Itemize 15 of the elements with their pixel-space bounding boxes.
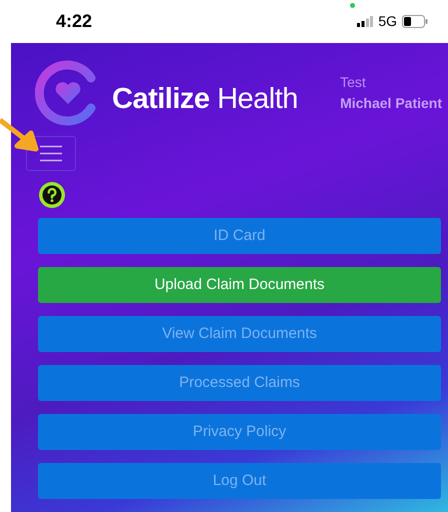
user-group: Test [340,72,442,93]
menu-item-button[interactable]: Log Out [38,463,441,499]
network-label: 5G [378,12,397,31]
menu-item-button[interactable]: ID Card [38,218,441,254]
menu-icon [40,145,62,162]
brand-name: Catilize Health [112,82,298,117]
help-icon[interactable] [38,181,66,209]
menu-item-button[interactable]: Processed Claims [38,365,441,401]
menu-item-button[interactable]: Privacy Policy [38,414,441,450]
status-time: 4:22 [56,10,92,33]
signal-icon [357,16,374,27]
user-name: Michael Patient [340,94,442,113]
menu-item-button[interactable]: View Claim Documents [38,316,441,352]
battery-icon [402,15,428,28]
menu-item-button[interactable]: Upload Claim Documents [38,267,441,303]
